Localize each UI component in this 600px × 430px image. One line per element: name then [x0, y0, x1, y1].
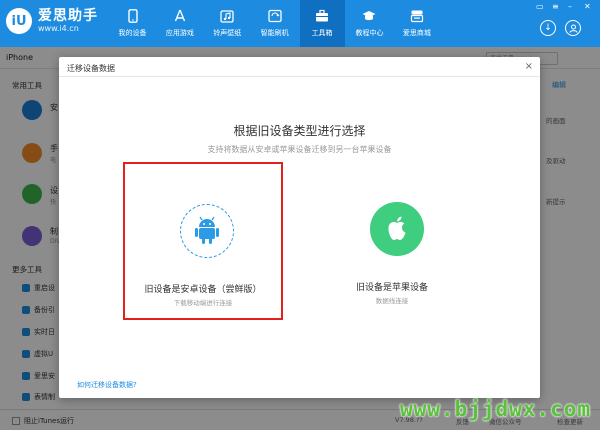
phone-icon — [127, 9, 138, 23]
nav-tutorials[interactable]: 教程中心 — [347, 0, 392, 47]
divider — [59, 76, 540, 77]
nav-smart-flash[interactable]: 智能刷机 — [252, 0, 297, 47]
nav-apps-games[interactable]: 应用游戏 — [157, 0, 202, 47]
close-window-icon[interactable]: ✕ — [584, 2, 591, 11]
menu-icon[interactable]: ≡ — [552, 2, 559, 11]
help-link[interactable]: 如何迁移设备数据? — [77, 380, 137, 390]
app-logo: iU 爱思助手 www.i4.cn — [6, 8, 98, 34]
user-icon[interactable] — [565, 20, 581, 36]
app-header: iU 爱思助手 www.i4.cn 我的设备 应用游戏 铃声壁纸 智能刷机 工具… — [0, 0, 600, 47]
main-nav: 我的设备 应用游戏 铃声壁纸 智能刷机 工具箱 教程中心 爱思商城 — [110, 0, 442, 47]
minimize-icon[interactable]: – — [568, 2, 572, 11]
nav-toolbox[interactable]: 工具箱 — [299, 0, 345, 47]
apple-icon — [370, 202, 424, 256]
nav-shop[interactable]: 爱思商城 — [394, 0, 439, 47]
skin-icon[interactable]: ▭ — [536, 2, 544, 11]
shop-icon — [410, 10, 423, 23]
option-apple-label: 旧设备是苹果设备 — [355, 283, 428, 293]
dialog-heading: 根据旧设备类型进行选择 — [233, 124, 366, 138]
music-wallpaper-icon — [220, 10, 234, 23]
toolbox-icon — [316, 9, 329, 22]
option-android-hint: 下载移动端进行连接 — [173, 299, 233, 307]
close-icon[interactable]: × — [525, 61, 533, 72]
app-store-icon — [174, 9, 186, 22]
dialog-title: 迁移设备数据 — [67, 64, 115, 73]
graduation-cap-icon — [362, 11, 376, 21]
logo-icon: iU — [6, 8, 32, 34]
option-android-device[interactable]: 旧设备是安卓设备（尝鲜版） 下载移动端进行连接 — [123, 162, 283, 320]
option-apple-hint: 数据线连接 — [375, 297, 409, 305]
app-name: 爱思助手 — [38, 8, 98, 24]
option-android-label: 旧设备是安卓设备（尝鲜版） — [144, 285, 262, 295]
watermark: www.bjjdwx.com — [400, 397, 592, 421]
migrate-dialog: 迁移设备数据 × 根据旧设备类型进行选择 支持将数据从安卓或苹果设备迁移到另一台… — [59, 57, 540, 398]
android-icon — [180, 204, 234, 258]
download-icon[interactable]: ↓ — [540, 20, 556, 36]
option-apple-device[interactable]: 旧设备是苹果设备 数据线连接 — [312, 162, 472, 320]
window-controls: ▭ ≡ – ✕ ↓ — [530, 0, 600, 47]
app-url: www.i4.cn — [38, 24, 79, 33]
nav-my-device[interactable]: 我的设备 — [110, 0, 155, 47]
dialog-subheading: 支持将数据从安卓或苹果设备迁移到另一台苹果设备 — [207, 145, 392, 154]
nav-ringtones-wallpapers[interactable]: 铃声壁纸 — [205, 0, 250, 47]
flash-icon — [268, 9, 282, 23]
